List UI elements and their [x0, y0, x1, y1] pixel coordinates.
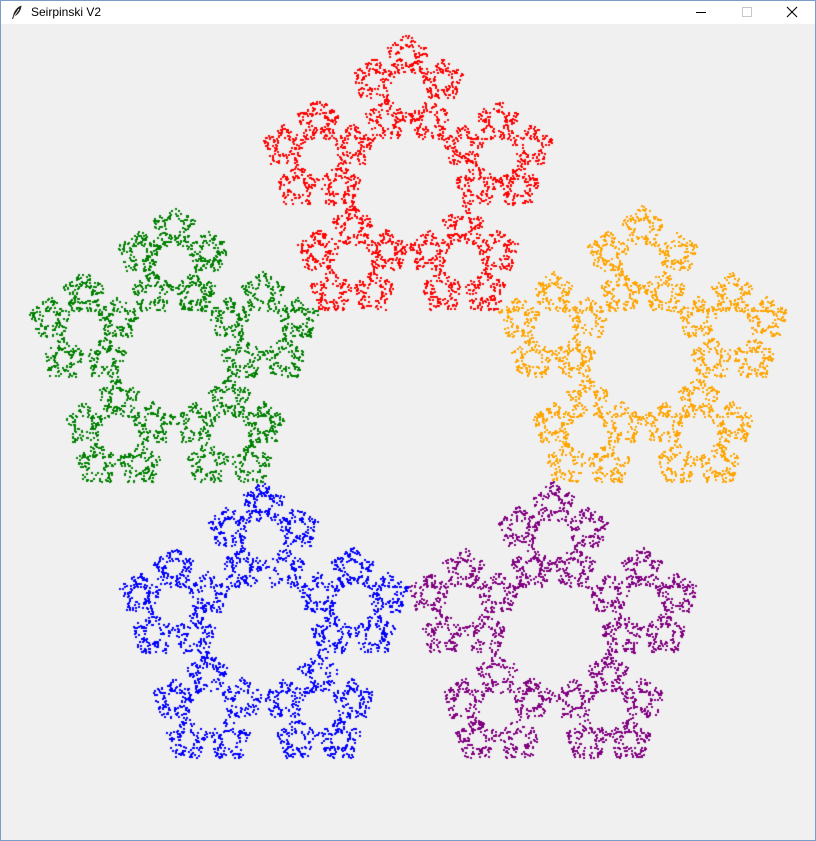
- close-button[interactable]: [769, 1, 815, 24]
- app-window: Seirpinski V2: [0, 0, 816, 841]
- window-title: Seirpinski V2: [31, 5, 102, 19]
- title-bar[interactable]: Seirpinski V2: [1, 1, 815, 24]
- minimize-icon: [696, 12, 706, 13]
- sierpinski-pentagon-canvas: [1, 24, 815, 840]
- close-icon: [786, 6, 798, 18]
- feather-icon: [9, 4, 25, 20]
- maximize-button[interactable]: [724, 1, 770, 24]
- minimize-button[interactable]: [678, 1, 724, 24]
- maximize-icon: [742, 7, 752, 17]
- fractal-canvas-area: [1, 24, 815, 840]
